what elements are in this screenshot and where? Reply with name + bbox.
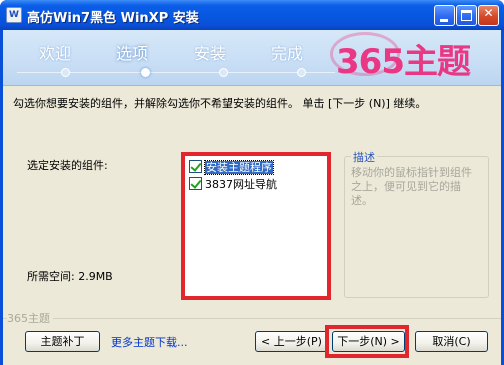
step-finish: 完成 (271, 44, 304, 63)
step-options: 选项 (116, 44, 149, 63)
step-welcome: 欢迎 (39, 44, 72, 63)
description-text: 移动你的鼠标指针到组件之上，便可见到它的描述。 (351, 166, 472, 207)
description-title: 描述 (351, 149, 377, 165)
step-dot-welcome (61, 68, 70, 77)
title-bar[interactable]: W 高仿Win7黑色 WinXP 安装 ✕ (0, 0, 504, 30)
component-list[interactable]: 安装主题程序 3837网址导航 (181, 152, 331, 300)
installer-app-icon: W (6, 7, 22, 23)
checkbox-checked-icon[interactable] (189, 160, 202, 173)
wizard-header: 欢迎 选项 安装 完成 365主题 (3, 30, 501, 86)
cancel-button[interactable]: 取消(C) (415, 331, 488, 352)
maximize-button[interactable] (456, 5, 477, 26)
back-button[interactable]: < 上一步(P) (255, 331, 328, 352)
more-themes-link[interactable]: 更多主题下载... (111, 334, 188, 350)
step-install: 安装 (194, 44, 227, 63)
close-button[interactable]: ✕ (478, 5, 499, 26)
space-required-label: 所需空间: 2.9MB (27, 270, 113, 283)
instruction-text: 勾选你想要安装的组件，并解除勾选你不希望安装的组件。 单击 [下一步 (N)] … (13, 97, 427, 110)
footer-brand-text: 365主题 (7, 310, 53, 326)
logo-ring-decoration (330, 32, 400, 76)
step-dot-install (219, 68, 228, 77)
component-label: 安装主题程序 (204, 160, 274, 175)
maximize-icon (461, 10, 472, 21)
dialog-client-area: 欢迎 选项 安装 完成 365主题 勾选你想要安装的组件，并解除勾选你不希望安装… (3, 30, 501, 365)
brand-logo: 365主题 (330, 32, 471, 83)
step-dot-finish (297, 68, 306, 77)
footer-divider (3, 318, 501, 319)
close-icon: ✕ (483, 6, 494, 20)
step-dot-options-active (141, 68, 150, 77)
theme-patch-button[interactable]: 主题补丁 (25, 331, 100, 352)
step-progress-track (17, 68, 337, 78)
component-item-theme-program[interactable]: 安装主题程序 (189, 160, 274, 175)
minimize-button[interactable] (434, 5, 455, 26)
window-title: 高仿Win7黑色 WinXP 安装 (27, 11, 199, 26)
installer-window: W 高仿Win7黑色 WinXP 安装 ✕ 欢迎 选项 安装 完成 365主题 … (0, 0, 504, 365)
next-button-highlight (325, 325, 409, 358)
component-label: 3837网址导航 (205, 178, 277, 191)
minimize-icon (440, 19, 448, 22)
checkbox-checked-icon[interactable] (189, 177, 202, 190)
description-group: 描述 移动你的鼠标指针到组件之上，便可见到它的描述。 (344, 149, 489, 298)
select-components-label: 选定安装的组件: (27, 159, 108, 172)
component-item-navigation[interactable]: 3837网址导航 (189, 177, 277, 192)
